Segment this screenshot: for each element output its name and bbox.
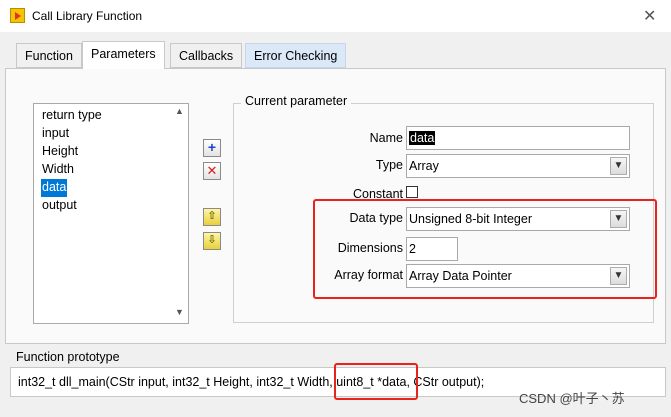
list-scrollbar[interactable]: ▲ ▼ xyxy=(172,104,188,323)
list-item[interactable]: return type xyxy=(41,107,103,125)
constant-checkbox[interactable] xyxy=(406,186,418,198)
dropdown-arrow-icon[interactable]: ▼ xyxy=(610,157,627,175)
tab-callbacks[interactable]: Callbacks xyxy=(170,43,243,68)
type-label: Type xyxy=(375,158,403,172)
prototype-text-after: , CStr output); xyxy=(406,375,485,389)
scroll-up-icon[interactable]: ▲ xyxy=(175,106,184,116)
type-select[interactable]: Array ▼ xyxy=(406,154,630,178)
window-title: Call Library Function xyxy=(32,9,143,23)
tab-error-checking[interactable]: Error Checking xyxy=(245,43,347,68)
scroll-down-icon[interactable]: ▼ xyxy=(175,307,184,317)
parameter-list[interactable]: return type input Height Width data outp… xyxy=(33,103,189,324)
tab-function[interactable]: Function xyxy=(16,43,82,68)
type-value: Array xyxy=(409,159,439,173)
labview-app-icon xyxy=(10,8,25,23)
list-item[interactable]: Height xyxy=(41,143,79,161)
annotation-box-array-settings xyxy=(313,199,657,299)
tab-parameters[interactable]: Parameters xyxy=(82,41,165,69)
add-icon[interactable]: + xyxy=(203,139,221,157)
prototype-label: Function prototype xyxy=(16,350,120,364)
group-title: Current parameter xyxy=(241,94,352,108)
delete-icon[interactable]: ✕ xyxy=(203,162,221,180)
close-icon[interactable]: ✕ xyxy=(643,6,656,26)
move-up-icon[interactable]: ⇧ xyxy=(203,208,221,226)
list-item-selected[interactable]: data xyxy=(41,179,68,197)
watermark: CSDN @叶子丶苏 xyxy=(519,391,625,406)
name-field[interactable]: data xyxy=(406,126,630,150)
list-item[interactable]: input xyxy=(41,125,70,143)
name-value: data xyxy=(409,131,436,145)
name-label: Name xyxy=(369,131,403,145)
prototype-text-before: int32_t dll_main(CStr input, int32_t Hei… xyxy=(18,375,337,389)
list-item[interactable]: output xyxy=(41,197,78,215)
annotation-box-prototype xyxy=(334,363,418,400)
list-item[interactable]: Width xyxy=(41,161,75,179)
move-down-icon[interactable]: ⇩ xyxy=(203,232,221,250)
